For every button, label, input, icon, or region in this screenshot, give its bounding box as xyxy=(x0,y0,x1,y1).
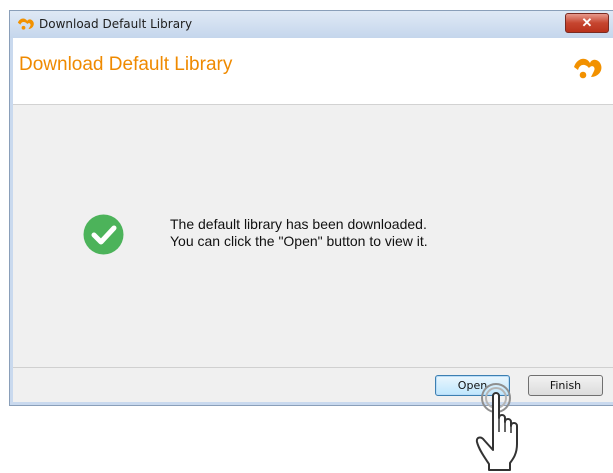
window-title: Download Default Library xyxy=(39,17,193,31)
app-logo-icon xyxy=(17,18,34,30)
close-button[interactable]: ✕ xyxy=(565,13,609,33)
dialog-header: Download Default Library xyxy=(13,38,613,105)
message-line-1: The default library has been downloaded. xyxy=(170,216,427,232)
dialog-window: Download Default Library ✕ Download Defa… xyxy=(9,10,613,406)
title-bar[interactable]: Download Default Library ✕ xyxy=(10,11,613,38)
message-line-2: You can click the "Open" button to view … xyxy=(170,233,428,249)
status-message: The default library has been downloaded.… xyxy=(170,216,428,250)
finish-button[interactable]: Finish xyxy=(528,375,603,396)
hand-pointer-icon xyxy=(475,383,518,471)
header-title: Download Default Library xyxy=(19,54,233,75)
check-circle-icon xyxy=(83,214,124,255)
dialog-content: Download Default Library The default lib… xyxy=(13,38,613,402)
app-logo-icon xyxy=(574,58,602,79)
